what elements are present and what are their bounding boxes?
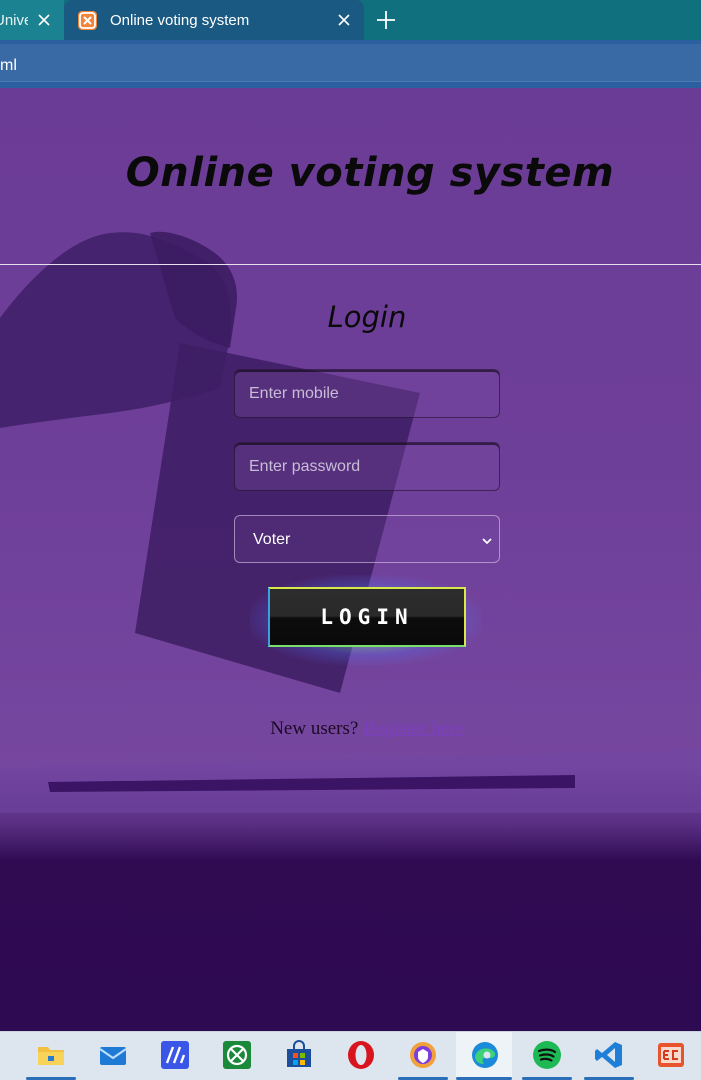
- opera-icon[interactable]: [346, 1040, 376, 1070]
- login-heading: Login: [327, 300, 407, 334]
- xbox-icon[interactable]: [222, 1040, 252, 1070]
- new-tab-plus-icon[interactable]: [374, 8, 398, 32]
- header-divider: [0, 264, 701, 265]
- role-select[interactable]: Voter: [234, 515, 500, 563]
- edge-icon[interactable]: [470, 1040, 500, 1070]
- tab-previous[interactable]: Univer: [0, 0, 64, 40]
- spotify-icon[interactable]: [532, 1040, 562, 1070]
- vscode-icon[interactable]: [594, 1040, 624, 1070]
- new-users-text: New users?: [270, 718, 359, 739]
- address-bar: ml: [0, 40, 701, 88]
- role-select-value: Voter: [253, 531, 291, 548]
- aspect-app-icon[interactable]: [160, 1040, 190, 1070]
- close-tab-icon[interactable]: [36, 12, 52, 28]
- chevron-down-icon: [481, 534, 493, 546]
- login-button[interactable]: LOGIN: [268, 587, 466, 647]
- tab-previous-label: Univer: [0, 11, 28, 29]
- store-icon[interactable]: [284, 1040, 314, 1070]
- browser-tab-bar: Univer Online voting system: [0, 0, 701, 40]
- tab-active-label: Online voting system: [110, 11, 250, 29]
- mobile-input[interactable]: [235, 370, 499, 417]
- ec-app-icon[interactable]: [656, 1040, 686, 1070]
- brave-vpn-icon[interactable]: [408, 1040, 438, 1070]
- login-page: Online voting system Login Voter LOGIN N…: [0, 88, 701, 1031]
- url-text: ml: [0, 57, 17, 74]
- windows-taskbar: [0, 1031, 701, 1080]
- mail-icon[interactable]: [98, 1040, 128, 1070]
- password-field-wrapper: [234, 442, 500, 491]
- file-explorer-icon[interactable]: [36, 1040, 66, 1070]
- site-title: Online voting system: [125, 150, 615, 196]
- register-prompt: New users? Register here: [0, 718, 701, 740]
- mobile-field-wrapper: [234, 369, 500, 418]
- url-field[interactable]: ml: [0, 44, 701, 82]
- tab-active[interactable]: Online voting system: [64, 0, 364, 40]
- xampp-favicon-icon: [78, 11, 97, 30]
- password-input[interactable]: [235, 443, 499, 490]
- register-link[interactable]: Register here: [363, 718, 464, 739]
- close-tab-icon[interactable]: [336, 12, 352, 28]
